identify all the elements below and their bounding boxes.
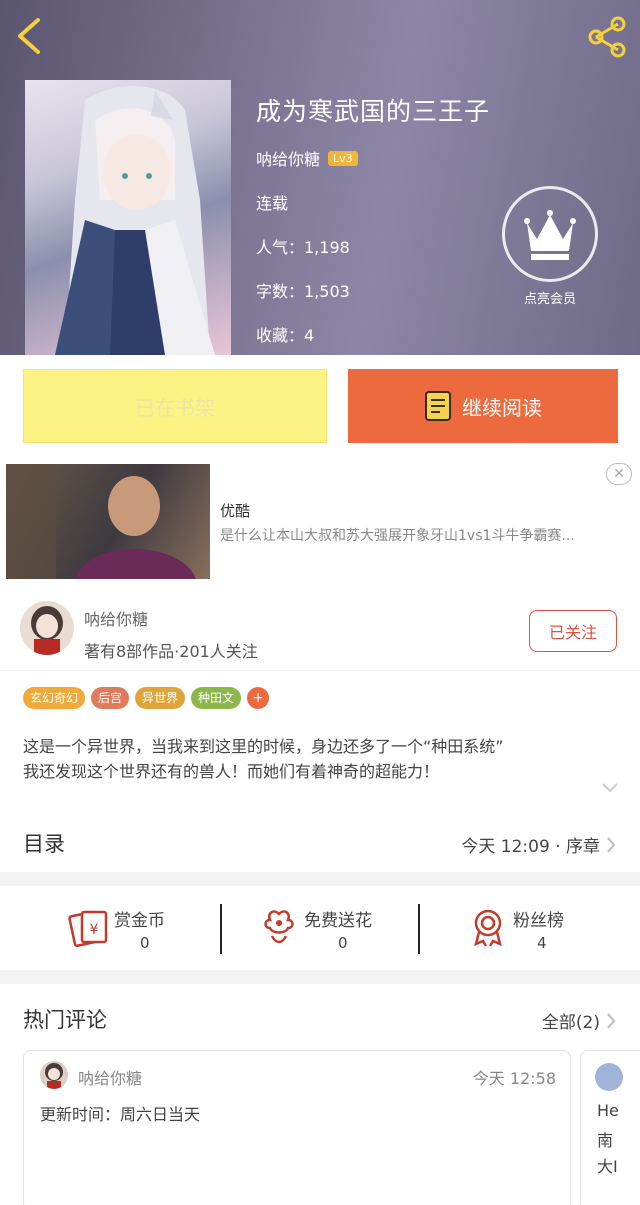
all-comments-label: 全部(2)	[541, 1013, 600, 1033]
book-cover[interactable]	[25, 80, 231, 355]
ad-banner[interactable]: 优酷 是什么让本山大叔和苏大强展开象牙山1vs1斗牛争霸赛... ✕	[0, 459, 640, 594]
chevron-left-icon	[18, 18, 40, 54]
reward-coins-button[interactable]: ¥ 赏金币 0	[68, 898, 188, 958]
flower-value: 0	[338, 934, 348, 952]
all-comments-link[interactable]: 全部(2)	[542, 1008, 616, 1033]
add-tag-button[interactable]: +	[247, 687, 270, 709]
vip-button[interactable]: 点亮会员	[500, 186, 600, 308]
book-title: 成为寒武国的三王子	[256, 97, 491, 126]
svg-text:¥: ¥	[90, 922, 99, 938]
support-bar: ¥ 赏金币 0 免费送花 0 粉丝榜 4	[0, 886, 640, 970]
ad-description: 是什么让本山大叔和苏大强展开象牙山1vs1斗牛争霸赛...	[220, 528, 575, 544]
cover-illustration	[55, 86, 215, 355]
action-bar: 已在书架 继续阅读	[0, 355, 640, 459]
commenter-name[interactable]: 呐给你糖	[78, 1065, 142, 1089]
author-avatar[interactable]	[20, 601, 74, 655]
flower-icon	[264, 910, 294, 944]
comment-card[interactable]: 呐给你糖 今天 12:58 更新时间：周六日当天	[23, 1050, 571, 1205]
ad-video-frame	[6, 464, 196, 579]
author-card: 呐给你糖 著有8部作品·201人关注 已关注	[0, 594, 640, 670]
continue-reading-button[interactable]: 继续阅读	[348, 369, 618, 443]
reward-value: 0	[140, 934, 150, 952]
continue-reading-label: 继续阅读	[462, 395, 542, 420]
toc-latest[interactable]: 今天 12:09 · 序章	[461, 832, 616, 857]
fans-value: 4	[537, 934, 547, 952]
comment-text: He	[597, 1101, 619, 1120]
book-word-count: 字数：1,503	[256, 282, 350, 301]
book-author[interactable]: 呐给你糖	[256, 146, 320, 170]
follow-button[interactable]: 已关注	[529, 610, 617, 652]
tag[interactable]: 后宫	[91, 687, 130, 709]
toc-title: 目录	[23, 832, 65, 856]
synopsis-line: 这是一个异世界，当我来到这里的时候，身边还多了一个“种田系统”	[23, 737, 504, 756]
fans-ranking-button[interactable]: 粉丝榜 4	[467, 898, 587, 958]
medal-icon	[474, 909, 502, 947]
tag[interactable]: 异世界	[135, 687, 186, 709]
toc-latest-chapter: 今天 12:09 · 序章	[461, 837, 600, 857]
book-popularity: 人气：1,198	[256, 238, 350, 257]
chevron-right-icon	[607, 1012, 616, 1029]
book-info: 玄幻奇幻 后宫 异世界 种田文 + 这是一个异世界，当我来到这里的时候，身边还多…	[0, 670, 640, 806]
divider	[220, 904, 222, 954]
comment-text: 更新时间：周六日当天	[40, 1105, 201, 1124]
author-line: 呐给你糖 Lv3	[256, 146, 358, 170]
synopsis[interactable]: 这是一个异世界，当我来到这里的时候，身边还多了一个“种田系统” 我还发现这个世界…	[23, 734, 613, 784]
synopsis-line: 我还发现这个世界还有的兽人！而她们有着神奇的超能力！	[23, 762, 440, 781]
hot-comments: 热门评论 全部(2) 呐给你糖 今天 12:58 更新时间：周六日当天 He 南…	[0, 984, 640, 1205]
book-header: 成为寒武国的三王子 呐给你糖 Lv3 连载 人气：1,198 字数：1,503 …	[0, 0, 640, 355]
crown-icon	[502, 186, 598, 282]
back-button[interactable]	[10, 14, 50, 58]
divider	[418, 904, 420, 954]
comments-title: 热门评论	[23, 1008, 107, 1032]
book-icon	[425, 391, 451, 421]
book-status: 连载	[256, 194, 289, 213]
commenter-avatar[interactable]	[595, 1063, 623, 1091]
free-flower-button[interactable]: 免费送花 0	[258, 898, 398, 958]
author-name[interactable]: 呐给你糖	[84, 606, 148, 630]
reward-label: 赏金币	[114, 911, 165, 931]
ad-title: 优酷	[220, 502, 251, 520]
tag-list: 玄幻奇幻 后宫 异世界 种田文 +	[23, 687, 270, 709]
comment-text: 大I	[597, 1157, 618, 1176]
red-envelope-icon: ¥	[68, 910, 108, 948]
comment-text: 南	[597, 1131, 614, 1150]
on-shelf-button[interactable]: 已在书架	[23, 369, 327, 443]
ad-close-button[interactable]: ✕	[606, 463, 632, 485]
fans-label: 粉丝榜	[513, 911, 564, 931]
commenter-avatar[interactable]	[40, 1061, 68, 1089]
chevron-down-icon[interactable]	[602, 783, 618, 793]
vip-label: 点亮会员	[523, 292, 576, 307]
comment-card[interactable]: He 南 大I	[580, 1050, 640, 1205]
comment-time: 今天 12:58	[472, 1069, 556, 1088]
chevron-right-icon	[607, 836, 616, 853]
ad-thumbnail[interactable]	[6, 464, 210, 579]
tag[interactable]: 种田文	[191, 687, 242, 709]
share-button[interactable]	[584, 14, 630, 60]
flower-label: 免费送花	[304, 911, 372, 931]
book-collections: 收藏：4	[256, 326, 315, 345]
tag[interactable]: 玄幻奇幻	[23, 687, 86, 709]
table-of-contents[interactable]: 目录 今天 12:09 · 序章	[0, 806, 640, 872]
author-stats: 著有8部作品·201人关注	[84, 642, 258, 661]
share-icon	[588, 16, 626, 58]
level-badge: Lv3	[328, 150, 358, 166]
